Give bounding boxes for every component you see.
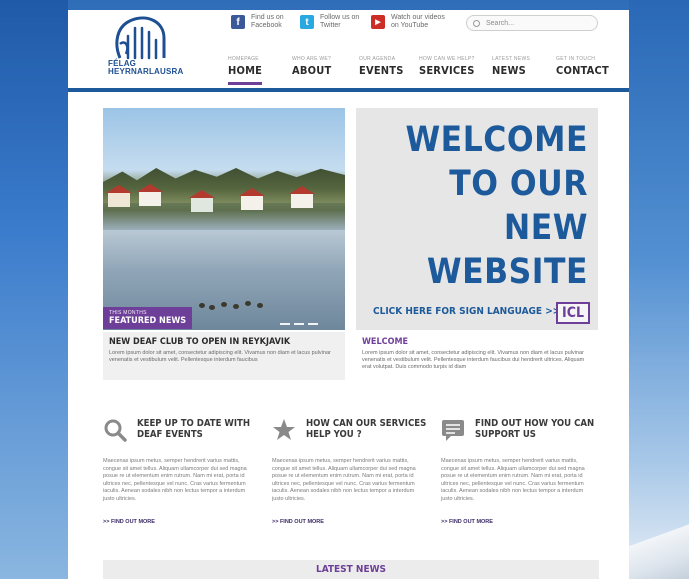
nav-news-label: NEWS [492, 64, 526, 77]
welcome-line-2: TO OUR NEW [449, 164, 588, 248]
featured-news-title[interactable]: NEW DEAF CLUB TO OPEN IN REYKJAVIK [109, 337, 339, 347]
nav-home[interactable]: HOMEPAGE HOME [228, 56, 263, 85]
facebook-line-2: Facebook [251, 22, 282, 29]
column-support: FIND OUT HOW YOU CAN SUPPORT US Maecenas … [441, 418, 596, 525]
slider-dot[interactable] [294, 323, 304, 325]
nav-events-caption: OUR AGENDA [359, 56, 396, 62]
nav-news-caption: LATEST NEWS [492, 56, 531, 62]
youtube-line-2: on YouTube [391, 22, 429, 29]
icl-button[interactable]: ICL [556, 302, 590, 324]
welcome-panel: WELCOME TO OUR NEW WEBSITE CLICK HERE FO… [356, 108, 598, 330]
featured-news-caption: NEW DEAF CLUB TO OPEN IN REYKJAVIK Lorem… [103, 332, 345, 380]
photo-house [291, 194, 313, 208]
twitter-line-1: Follow us on [320, 14, 360, 21]
star-icon [273, 419, 295, 440]
nav-services-label: SERVICES [419, 64, 475, 77]
photo-house [191, 198, 213, 212]
twitter-link[interactable]: t Follow us on Twitter [300, 14, 372, 30]
youtube-line-1: Watch our videos [391, 14, 445, 21]
youtube-icon: ▶ [371, 15, 385, 29]
column-events: KEEP UP TO DATE WITH DEAF EVENTS Maecenas… [103, 418, 258, 525]
welcome-heading: WELCOME TO OUR NEW WEBSITE [356, 118, 588, 294]
slider-dot[interactable] [280, 323, 290, 325]
nav-active-indicator [228, 82, 263, 85]
welcome-caption-title: WELCOME [362, 337, 409, 347]
web-page: FÉLAG HEYRNARLAUSRA f Find us on Facebook… [68, 10, 629, 579]
site-header: FÉLAG HEYRNARLAUSRA f Find us on Facebook… [68, 10, 629, 92]
nav-about[interactable]: WHO ARE WE? ABOUT [292, 56, 331, 77]
search-input[interactable]: Search... [466, 15, 598, 31]
facebook-link[interactable]: f Find us on Facebook [231, 14, 303, 30]
nav-services-caption: HOW CAN WE HELP? [419, 56, 475, 62]
photo-house [139, 192, 161, 206]
nav-contact[interactable]: GET IN TOUCH CONTACT [556, 56, 609, 77]
find-out-more-link[interactable]: >> FIND OUT MORE [272, 519, 427, 525]
featured-small-label: THIS MONTHS [109, 310, 147, 316]
photo-house [108, 193, 130, 207]
find-out-more-link[interactable]: >> FIND OUT MORE [103, 519, 258, 525]
column-support-title-1: FIND OUT HOW YOU CAN [475, 418, 595, 429]
sign-language-link[interactable]: CLICK HERE FOR SIGN LANGUAGE >> [373, 306, 560, 317]
welcome-caption: WELCOME Lorem ipsum dolor sit amet, cons… [356, 332, 598, 380]
photo-duck [199, 303, 205, 308]
nav-contact-label: CONTACT [556, 64, 609, 77]
nav-home-caption: HOMEPAGE [228, 56, 259, 62]
featured-news-body: Lorem ipsum dolor sit amet, consectetur … [109, 350, 331, 363]
latest-news-heading: LATEST NEWS [103, 560, 599, 579]
photo-duck [245, 301, 251, 306]
nav-events-label: EVENTS [359, 64, 404, 77]
logo-line-2: HEYRNARLAUSRA [108, 67, 184, 76]
column-support-body: Maecenas ipsum metus, semper hendrerit v… [441, 458, 585, 502]
search-icon [104, 419, 127, 442]
featured-news-badge: THIS MONTHS FEATURED NEWS [103, 307, 193, 329]
background-mountain [629, 509, 689, 579]
twitter-line-2: Twitter [320, 22, 341, 29]
column-services-title-2: HELP YOU ? [306, 429, 362, 440]
slider-dots [280, 323, 318, 325]
nav-news[interactable]: LATEST NEWS NEWS [492, 56, 530, 77]
featured-big-label: FEATURED NEWS [109, 316, 187, 326]
search-placeholder: Search... [486, 19, 515, 27]
column-support-title-2: SUPPORT US [475, 429, 536, 440]
photo-duck [209, 305, 215, 310]
nav-events[interactable]: OUR AGENDA EVENTS [359, 56, 404, 77]
nav-about-caption: WHO ARE WE? [292, 56, 332, 62]
chat-icon [442, 420, 464, 441]
search-icon [473, 19, 480, 27]
photo-duck [257, 303, 263, 308]
column-services-body: Maecenas ipsum metus, semper hendrerit v… [272, 458, 416, 502]
photo-house [241, 196, 263, 210]
column-events-title-1: KEEP UP TO DATE WITH [137, 418, 250, 429]
column-events-body: Maecenas ipsum metus, semper hendrerit v… [103, 458, 247, 502]
welcome-line-3: WEBSITE [426, 252, 588, 292]
nav-contact-caption: GET IN TOUCH [556, 56, 596, 62]
logo-text: FÉLAG HEYRNARLAUSRA [108, 60, 184, 76]
featured-news-image[interactable] [103, 108, 345, 330]
welcome-caption-body: Lorem ipsum dolor sit amet, consectetur … [362, 350, 585, 370]
background-sky-left [0, 0, 68, 579]
photo-duck [233, 304, 239, 309]
column-events-title-2: DEAF EVENTS [137, 429, 203, 440]
slider-dot[interactable] [308, 323, 318, 325]
column-services: HOW CAN OUR SERVICES HELP YOU ? Maecenas … [272, 418, 427, 525]
welcome-line-1: WELCOME [405, 120, 588, 160]
facebook-icon: f [231, 15, 245, 29]
nav-about-label: ABOUT [292, 64, 332, 77]
facebook-line-1: Find us on [251, 14, 284, 21]
youtube-link[interactable]: ▶ Watch our videos on YouTube [371, 14, 457, 30]
photo-duck [221, 302, 227, 307]
find-out-more-link[interactable]: >> FIND OUT MORE [441, 519, 596, 525]
nav-services[interactable]: HOW CAN WE HELP? SERVICES [419, 56, 475, 77]
background-sky-right [629, 0, 689, 579]
nav-home-label: HOME [228, 64, 263, 77]
twitter-icon: t [300, 15, 314, 29]
column-services-title-1: HOW CAN OUR SERVICES [306, 418, 427, 429]
